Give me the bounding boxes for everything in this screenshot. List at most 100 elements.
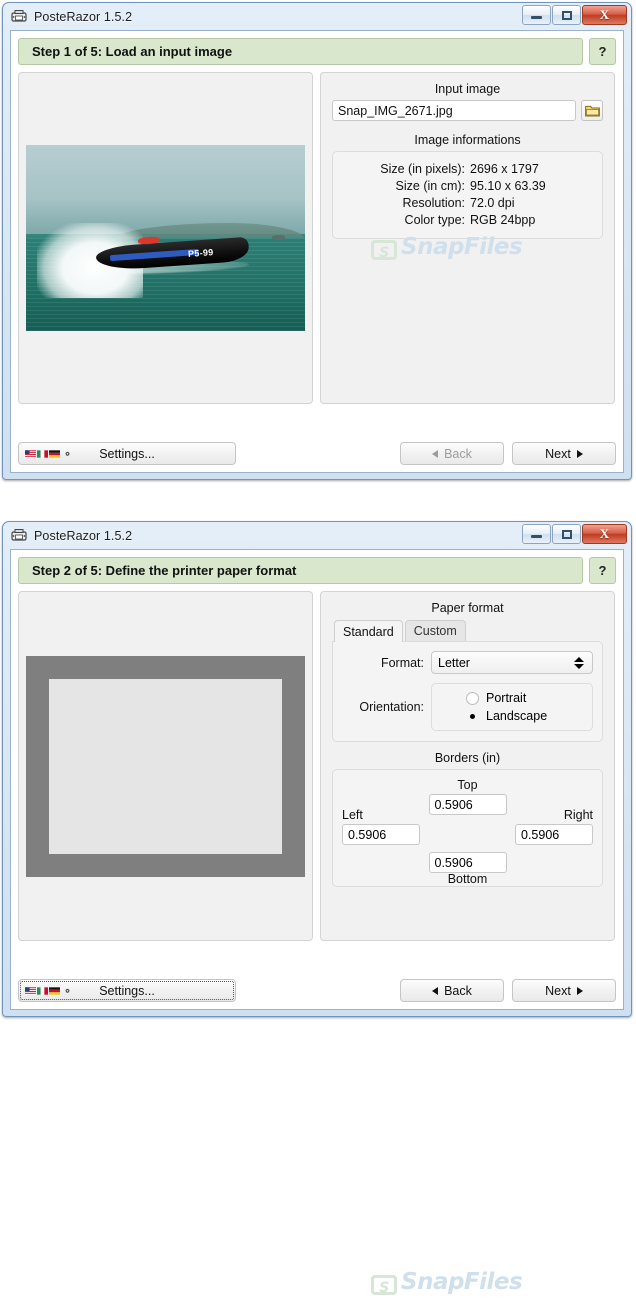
- paper-preview: [26, 655, 305, 877]
- window-title-step-1: PosteRazor 1.5.2: [34, 9, 133, 24]
- info-value: RGB 24bpp: [470, 213, 536, 227]
- info-value: 72.0 dpi: [470, 196, 515, 210]
- window-step-1: PosteRazor 1.5.2 X Step 1 of 5: Load an …: [2, 2, 632, 480]
- border-right-label: Right: [563, 808, 593, 822]
- body-row-step-1: P5-99 Input image Snap_IMG_2671.jpg Imag…: [18, 72, 616, 404]
- page-title: Step 1 of 5: Load an input image: [18, 38, 583, 65]
- info-key: Resolution:: [402, 196, 465, 210]
- format-label: Format:: [380, 655, 424, 670]
- info-row: Size (in cm): 95.10 x 63.39: [341, 178, 594, 195]
- border-top-label: Top: [457, 778, 478, 792]
- info-key: Size (in pixels):: [380, 162, 465, 176]
- browse-file-button[interactable]: [581, 100, 603, 121]
- image-info-group-label: Image informations: [414, 133, 521, 147]
- title-bar-step-1[interactable]: PosteRazor 1.5.2 X: [3, 3, 631, 30]
- arrow-right-icon: [576, 986, 583, 995]
- border-left-label: Left: [342, 808, 363, 822]
- printer-icon: [11, 9, 27, 22]
- format-select-value: Letter: [438, 655, 470, 670]
- window-title-step-2: PosteRazor 1.5.2: [34, 528, 133, 543]
- image-info-panel: Input image Snap_IMG_2671.jpg Image info…: [320, 72, 615, 404]
- stepper-arrows-icon: [574, 656, 584, 669]
- snapfiles-watermark-text: SnapFiles: [401, 1269, 523, 1295]
- settings-button[interactable]: Settings...: [18, 442, 236, 465]
- image-info-box: Size (in pixels): 2696 x 1797 Size (in c…: [332, 151, 603, 239]
- border-right-input[interactable]: 0.5906: [515, 824, 593, 845]
- standard-tab-panel: Format: Letter Orientation: Portrait Lan…: [332, 641, 603, 742]
- radio-selected-icon: [466, 709, 479, 723]
- radio-landscape[interactable]: Landscape: [432, 707, 592, 725]
- next-button[interactable]: Next: [512, 979, 616, 1002]
- help-button[interactable]: ?: [589, 38, 616, 65]
- input-image-field-row: Snap_IMG_2671.jpg: [332, 100, 603, 121]
- close-button[interactable]: X: [582, 524, 627, 544]
- language-flags-icon: [25, 986, 73, 995]
- format-row: Format: Letter: [342, 651, 593, 674]
- paper-format-group-label: Paper format: [431, 601, 504, 615]
- border-bottom-label: Bottom: [447, 872, 488, 886]
- flag-us-icon: [25, 986, 36, 995]
- maximize-button[interactable]: [552, 524, 581, 544]
- border-top-input[interactable]: 0.5906: [428, 794, 507, 815]
- radio-portrait-label: Portrait: [486, 691, 527, 705]
- nav-buttons-step-2: Back Next: [400, 979, 616, 1002]
- maximize-icon: [561, 529, 572, 539]
- help-button[interactable]: ?: [589, 557, 616, 584]
- next-button-label: Next: [545, 983, 571, 998]
- window-controls-step-1: X: [522, 5, 627, 25]
- tab-custom[interactable]: Custom: [404, 620, 466, 641]
- info-key: Size (in cm):: [395, 179, 465, 193]
- next-button-label: Next: [545, 446, 571, 461]
- folder-icon: [584, 105, 600, 116]
- flag-us-icon: [25, 449, 36, 458]
- arrow-up-icon: [574, 656, 584, 662]
- flag-germany-icon: [49, 986, 60, 995]
- arrow-right-icon: [576, 449, 583, 458]
- step-header-row-1: Step 1 of 5: Load an input image ?: [18, 38, 616, 65]
- arrow-left-icon: [432, 986, 439, 995]
- radio-dot: [470, 713, 475, 719]
- info-key: Color type:: [404, 213, 465, 227]
- step-header-row-2: Step 2 of 5: Define the printer paper fo…: [18, 557, 616, 584]
- border-bottom-input[interactable]: 0.5906: [428, 852, 507, 873]
- paper-preview-panel: [18, 591, 313, 941]
- title-bar-step-2[interactable]: PosteRazor 1.5.2 X: [3, 522, 631, 549]
- info-row: Color type: RGB 24bpp: [341, 212, 594, 229]
- footer-step-2: Settings... Back Next: [18, 979, 616, 1002]
- flag-italy-icon: [37, 449, 48, 458]
- close-icon: X: [599, 7, 610, 22]
- close-button[interactable]: X: [582, 5, 627, 25]
- settings-button[interactable]: Settings...: [18, 979, 236, 1002]
- radio-portrait[interactable]: Portrait: [432, 689, 592, 707]
- photo-boat-number: P5-99: [187, 247, 214, 260]
- minimize-icon: [531, 16, 542, 19]
- orientation-row: Orientation: Portrait Landscape: [342, 683, 593, 731]
- printer-icon: [11, 528, 27, 541]
- back-button[interactable]: Back: [400, 979, 504, 1002]
- paper-printable-area: [49, 678, 282, 854]
- minimize-button[interactable]: [522, 5, 551, 25]
- format-select[interactable]: Letter: [431, 651, 593, 674]
- flag-italy-icon: [37, 986, 48, 995]
- minimize-button[interactable]: [522, 524, 551, 544]
- maximize-icon: [561, 10, 572, 20]
- input-image-group-label: Input image: [434, 82, 501, 96]
- radio-landscape-label: Landscape: [486, 709, 548, 723]
- radio-unselected-icon: [466, 691, 479, 705]
- borders-box: Top 0.5906 Left 0.5906 Right 0.5906 0.59…: [332, 769, 603, 887]
- orientation-label: Orientation:: [359, 700, 424, 714]
- info-row: Size (in pixels): 2696 x 1797: [341, 161, 594, 178]
- maximize-button[interactable]: [552, 5, 581, 25]
- tab-standard[interactable]: Standard: [334, 620, 403, 642]
- arrow-down-icon: [574, 663, 584, 669]
- border-left-input[interactable]: 0.5906: [342, 824, 420, 845]
- input-image-path-field[interactable]: Snap_IMG_2671.jpg: [332, 100, 576, 121]
- gear-icon: [65, 450, 70, 456]
- paper-format-tabs: Standard Custom: [332, 619, 603, 642]
- flag-germany-icon: [49, 449, 60, 458]
- paper-settings-panel: Paper format Standard Custom Format: Let…: [320, 591, 615, 941]
- next-button[interactable]: Next: [512, 442, 616, 465]
- back-button[interactable]: Back: [400, 442, 504, 465]
- image-preview-panel: P5-99: [18, 72, 313, 404]
- snapfiles-watermark: S SnapFiles: [371, 1269, 523, 1296]
